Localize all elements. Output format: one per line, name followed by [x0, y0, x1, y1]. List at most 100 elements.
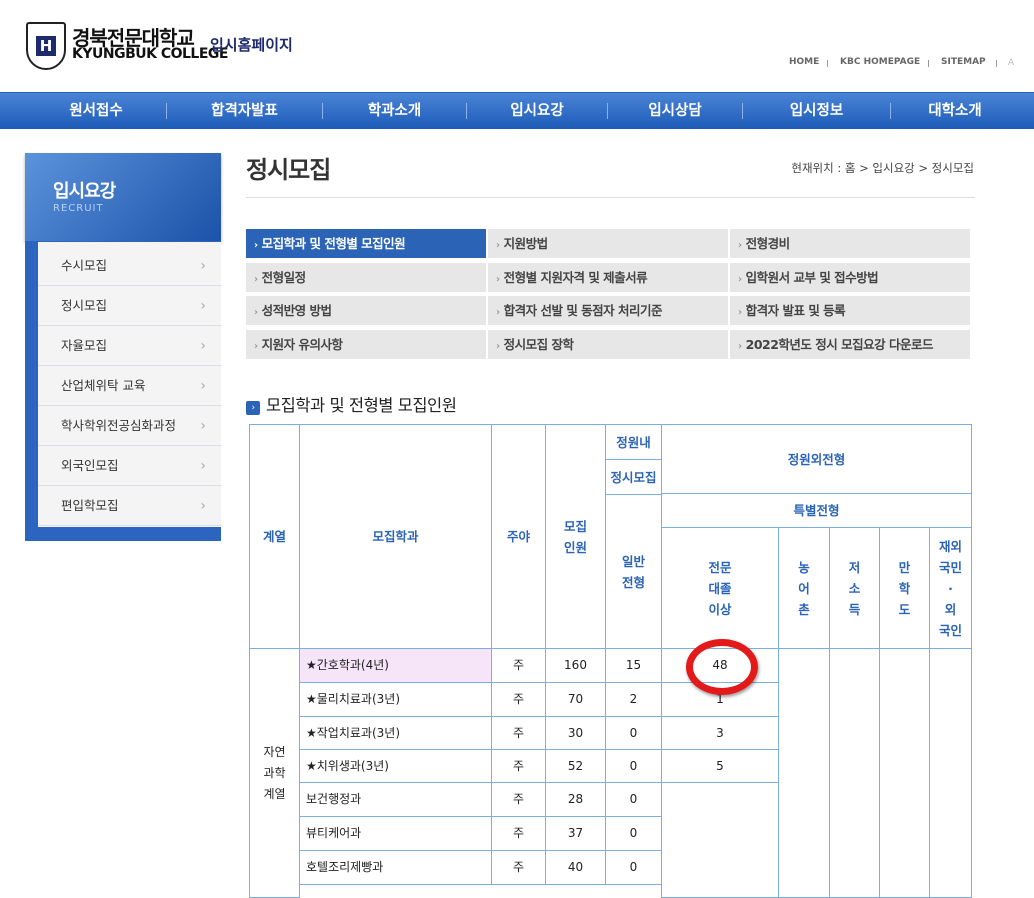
gnb-item-consulting[interactable]: 입시상담 — [608, 93, 742, 130]
lnb-item-foreign[interactable]: 외국인모집 › — [38, 446, 221, 486]
util-link-home[interactable]: HOME — [789, 57, 819, 67]
tab-recruit-quota[interactable]: › 모집학과 및 전형별 모집인원 — [246, 229, 486, 258]
tab-qualifications[interactable]: › 전형별 지원자격 및 제출서류 — [488, 263, 728, 292]
table-cell-daynight: 주 — [491, 648, 546, 683]
gnb-item-guidelines[interactable]: 입시요강 — [467, 93, 607, 130]
table-cell-daynight: 주 — [491, 749, 546, 783]
chevron-right-icon: › — [200, 378, 206, 394]
arrow-right-icon: › — [738, 341, 742, 352]
arrow-right-icon: › — [496, 307, 500, 318]
table-cell-general: 0 — [605, 749, 662, 783]
lnb-item-industry[interactable]: 산업체위탁 교육 › — [38, 366, 221, 406]
header-quota: 모집 인원 — [545, 424, 606, 649]
table-cell-grad: 3 — [661, 716, 779, 750]
table-cell-general: 0 — [605, 816, 662, 851]
header-special: 특별전형 — [661, 493, 972, 528]
arrow-right-icon: › — [738, 240, 742, 251]
arrow-right-icon: › — [738, 307, 742, 318]
lnb-item-label: 외국인모집 — [61, 458, 119, 473]
arrow-right-icon: › — [496, 274, 500, 285]
college-emblem-icon: H — [26, 22, 66, 70]
table-cell-daynight: 주 — [491, 716, 546, 750]
tab-selection[interactable]: › 합격자 선발 및 동점자 처리기준 — [488, 296, 728, 325]
tab-grading[interactable]: › 성적반영 방법 — [246, 296, 486, 325]
header-overseas: 재외 국민 · 외 국인 — [929, 527, 972, 649]
lnb-item-jeongsi[interactable]: 정시모집 › — [38, 286, 221, 326]
chevron-right-icon: › — [200, 458, 206, 474]
lnb-item-transfer[interactable]: 편입학모집 › — [38, 486, 221, 526]
lnb-item-label: 산업체위탁 교육 — [61, 378, 146, 393]
arrow-right-icon: › — [254, 307, 258, 318]
cell-overseas-empty — [929, 648, 972, 898]
tab-apply-method[interactable]: › 지원방법 — [488, 229, 728, 258]
breadcrumb: 현재위치 : 홈 > 입시요강 > 정시모집 — [791, 161, 974, 175]
lnb-item-susi[interactable]: 수시모집 › — [38, 246, 221, 286]
table-cell-general: 15 — [605, 648, 662, 683]
chevron-right-icon: › — [200, 338, 206, 354]
table-cell-general: 2 — [605, 682, 662, 717]
college-logo[interactable]: H 경북전문대학교 KYUNGBUK COLLEGE — [26, 22, 228, 70]
table-cell-general: 0 — [605, 716, 662, 750]
gnb-item-departments[interactable]: 학과소개 — [323, 93, 466, 130]
table-cell-quota: 37 — [545, 816, 606, 851]
lnb-item-label: 자율모집 — [61, 338, 108, 353]
arrow-right-icon: › — [254, 240, 258, 251]
table-row-dept: 호텔조리제빵과 — [299, 850, 492, 885]
tab-scholarship[interactable]: › 정시모집 장학 — [488, 330, 728, 359]
lnb-item-bachelor[interactable]: 학사학위전공심화과정 › — [38, 406, 221, 446]
table-cell-daynight: 주 — [491, 782, 546, 817]
lnb-menu: 수시모집 › 정시모집 › 자율모집 › 산업체위탁 교육 › 학사학위전공심화과정 › … — [38, 242, 221, 527]
gnb-item-results[interactable]: 합격자발표 — [167, 93, 322, 130]
arrow-right-icon: › — [254, 274, 258, 285]
tab-fees[interactable]: › 전형경비 — [730, 229, 970, 258]
header-rural: 농 어 촌 — [778, 527, 830, 649]
tab-label: 2022학년도 정시 모집요강 다운로드 — [745, 337, 934, 352]
util-divider — [928, 60, 929, 67]
lnb-item-label: 수시모집 — [61, 258, 108, 273]
util-link-sitemap[interactable]: SITEMAP — [941, 57, 986, 67]
util-link-kbc-homepage[interactable]: KBC HOMEPAGE — [840, 57, 920, 67]
table-cell-quota: 70 — [545, 682, 606, 717]
table-cell-grad: 5 — [661, 749, 779, 783]
gnb-item-apply[interactable]: 원서접수 — [25, 93, 167, 130]
section-title: › 모집학과 및 전형별 모집인원 — [246, 392, 457, 416]
tab-notes[interactable]: › 지원자 유의사항 — [246, 330, 486, 359]
tab-label: 입학원서 교부 및 접수방법 — [745, 270, 879, 285]
logo-english-name: KYUNGBUK COLLEGE — [72, 46, 228, 62]
cell-nk-empty — [879, 648, 930, 898]
header-college-grad: 전문 대졸 이상 — [661, 527, 779, 649]
tab-label: 지원방법 — [503, 236, 549, 251]
gnb-item-info[interactable]: 입시정보 — [743, 93, 890, 130]
table-cell-quota: 30 — [545, 716, 606, 750]
header-jeongsi: 정시모집 — [605, 459, 662, 495]
group-natural-science: 자연 과학 계열 — [249, 648, 300, 898]
lnb-item-label: 학사학위전공심화과정 — [61, 418, 177, 433]
tab-label: 합격자 발표 및 등록 — [745, 303, 846, 318]
tab-label: 모집학과 및 전형별 모집인원 — [261, 236, 406, 251]
tab-label: 전형일정 — [261, 270, 307, 285]
table-cell-quota: 28 — [545, 782, 606, 817]
tab-download[interactable]: › 2022학년도 정시 모집요강 다운로드 — [730, 330, 970, 359]
lnb-item-jayul[interactable]: 자율모집 › — [38, 326, 221, 366]
table-cell-daynight: 주 — [491, 816, 546, 851]
chevron-right-icon: › — [200, 298, 206, 314]
header-nk: 만 학 도 — [879, 527, 930, 649]
header-lowincome: 저 소 득 — [829, 527, 880, 649]
cell-rural-empty — [778, 648, 830, 898]
header-outside: 정원외전형 — [661, 424, 972, 494]
highlight-circle-annotation — [686, 639, 758, 695]
arrow-right-icon: › — [738, 274, 742, 285]
table-row-dept: ★물리치료과(3년) — [299, 682, 492, 717]
font-size-button[interactable]: A — [1008, 58, 1014, 68]
gnb-item-about[interactable]: 대학소개 — [891, 93, 1019, 130]
table-cell-daynight: 주 — [491, 850, 546, 885]
lnb-item-label: 정시모집 — [61, 298, 108, 313]
tab-schedule[interactable]: › 전형일정 — [246, 263, 486, 292]
tab-label: 합격자 선발 및 동점자 처리기준 — [503, 303, 663, 318]
tab-announcement[interactable]: › 합격자 발표 및 등록 — [730, 296, 970, 325]
arrow-right-icon: › — [496, 341, 500, 352]
header-daynight: 주야 — [491, 424, 546, 649]
table-row-dept: 보건행정과 — [299, 782, 492, 817]
lnb-header: 입시요강 RECRUIT — [25, 153, 221, 241]
tab-application-form[interactable]: › 입학원서 교부 및 접수방법 — [730, 263, 970, 292]
